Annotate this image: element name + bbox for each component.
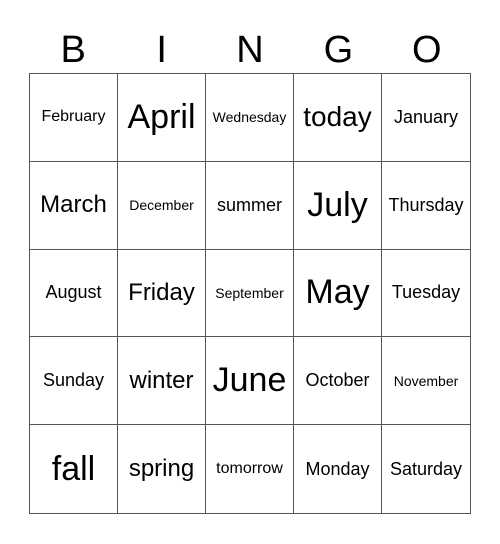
bingo-cell: June	[206, 337, 294, 426]
bingo-cell: Saturday	[389, 458, 463, 479]
bingo-header: B I N G O	[29, 28, 471, 72]
bingo-cell: December	[118, 161, 206, 250]
header-letter-o: O	[412, 29, 442, 71]
bingo-cell: tomorrow	[206, 425, 294, 513]
bingo-grid: February April Wednesday today January March D…	[29, 73, 471, 514]
bingo-cell: November	[382, 337, 470, 426]
bingo-cell: September	[206, 249, 294, 338]
bingo-cell: April	[118, 74, 206, 162]
bingo-cell: May	[294, 249, 382, 338]
bingo-cell: Tuesday	[382, 250, 470, 338]
bingo-cell: July	[294, 161, 382, 250]
bingo-cell: today	[294, 74, 382, 162]
header-letter-g: G	[323, 29, 354, 71]
bingo-cell: October	[294, 337, 382, 426]
bingo-cell: winter	[118, 337, 206, 426]
header-letter-b: B	[60, 29, 86, 71]
bingo-cell: August	[30, 249, 118, 338]
bingo-cell: summer	[206, 161, 294, 250]
bingo-cell: January	[382, 74, 470, 162]
bingo-cell: spring	[118, 425, 206, 513]
bingo-cell: March	[30, 161, 118, 250]
bingo-cell: Monday	[294, 425, 382, 513]
bingo-cell: Thursday	[382, 162, 470, 250]
bingo-cell: fall	[30, 425, 118, 513]
bingo-cell: Sunday	[30, 337, 118, 426]
bingo-cell: Wednesday	[206, 74, 294, 162]
bingo-cell: February	[30, 74, 118, 162]
bingo-cell: Friday	[118, 249, 206, 338]
header-letter-i: I	[156, 29, 167, 71]
header-letter-n: N	[236, 29, 264, 71]
